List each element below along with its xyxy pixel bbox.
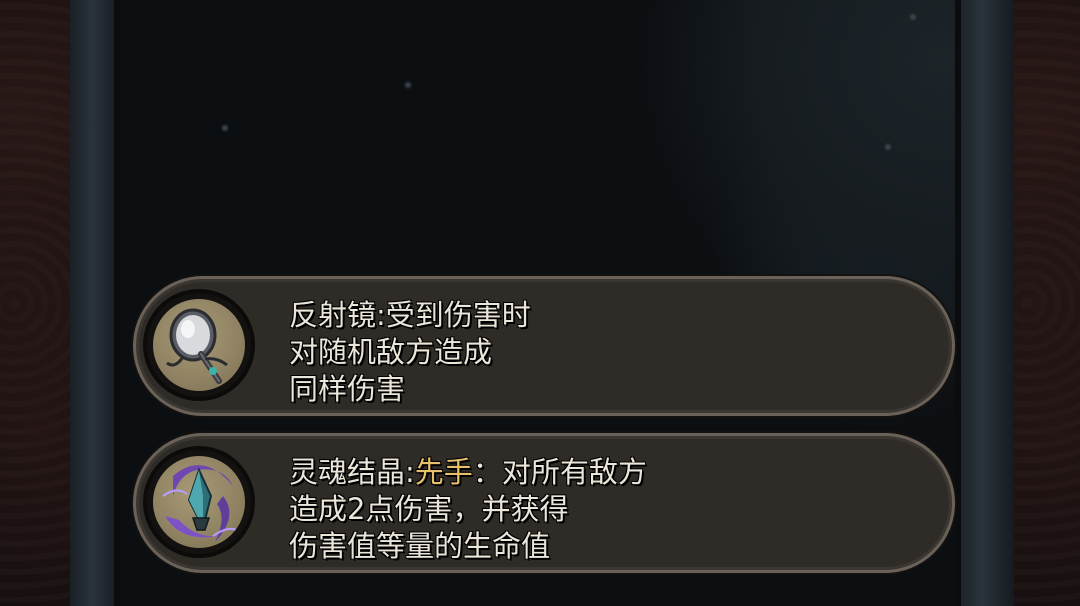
star-dot [222,125,228,131]
name-separator: : [405,455,415,489]
description-line-3: 同样伤害 [289,372,406,406]
right-ornament-panel [1014,0,1080,606]
description-line-1: 灵魂结晶:先手：对所有敌方 [289,454,912,491]
relic-description: 反射镜:受到伤害时 对随机敌方造成 同样伤害 [289,297,912,408]
description-text: 受到伤害时 [385,298,531,332]
star-dot [885,144,891,150]
relic-name: 灵魂结晶 [289,455,406,489]
relic-name: 反射镜 [289,298,377,332]
left-ornament-panel [0,0,70,606]
left-frame-pillar [70,0,120,606]
star-dot [910,14,916,20]
description-line-2: 造成2点伤害，并获得 [289,492,569,526]
relic-tooltip-mirror[interactable]: 反射镜:受到伤害时 对随机敌方造成 同样伤害 [133,276,955,416]
description-line-3: 伤害值等量的生命值 [289,529,551,563]
keyword-initiative[interactable]: 先手 [415,455,473,489]
relic-tooltip-soul-crystal[interactable]: 灵魂结晶:先手：对所有敌方 造成2点伤害，并获得 伤害值等量的生命值 [133,433,955,573]
mirror-icon [153,299,245,391]
right-frame-pillar [955,0,1015,606]
description-line-1: 反射镜:受到伤害时 [289,297,912,334]
name-separator: : [376,298,386,332]
description-text: ：对所有敌方 [472,455,647,489]
game-scene: 反射镜:受到伤害时 对随机敌方造成 同样伤害 灵魂结晶:先手：对所有敌方 造成2… [0,0,1080,606]
description-line-2: 对随机敌方造成 [289,335,493,369]
relic-portrait-frame [143,446,255,558]
relic-description: 灵魂结晶:先手：对所有敌方 造成2点伤害，并获得 伤害值等量的生命值 [289,454,912,565]
star-dot [405,82,411,88]
relic-portrait-frame [143,289,255,401]
soul-crystal-icon [153,456,245,548]
